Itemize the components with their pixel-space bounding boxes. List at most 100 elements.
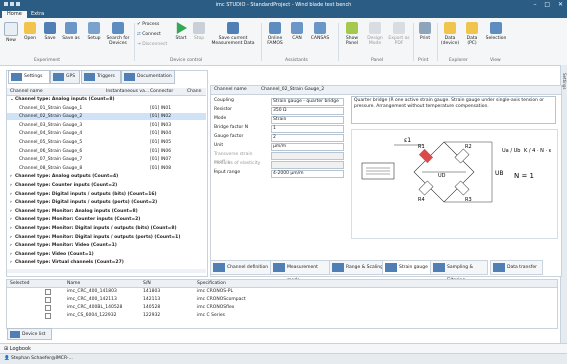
- device-select-checkbox[interactable]: [45, 313, 51, 319]
- tab-gps[interactable]: GPS: [50, 70, 80, 84]
- channel-group-row[interactable]: › Channel type: Monitor: Counter inputs (…: [7, 216, 206, 223]
- print-button[interactable]: Print: [416, 22, 434, 56]
- stop-button[interactable]: Stop: [191, 22, 207, 56]
- device-spec: imc CRONOSflex: [197, 305, 235, 310]
- col-specification[interactable]: Specification: [197, 281, 226, 286]
- design-mode-button[interactable]: Design Mode: [364, 22, 386, 56]
- device-row[interactable]: imc_CRC_400BL_140528 140528 imc CRONOSflex: [7, 304, 557, 311]
- channel-group-row[interactable]: › Channel type: Monitor: Video (Count=1): [7, 242, 206, 249]
- close-icon[interactable]: ✕: [558, 1, 563, 8]
- property-value-field[interactable]: 2: [271, 134, 344, 142]
- channel-row[interactable]: Channel_08_Strain Gauge_8 [01] IN08: [7, 165, 206, 172]
- col-sn[interactable]: S/N: [143, 281, 151, 286]
- channel-row[interactable]: Channel_02_Strain Gauge_2 [01] IN02: [7, 113, 206, 121]
- tab-documentation[interactable]: Documentation: [121, 70, 175, 84]
- col-instantaneous[interactable]: Instantaneous va...: [106, 89, 149, 94]
- cansas-button[interactable]: CANSAS: [308, 22, 332, 56]
- start-button[interactable]: Start: [172, 22, 190, 56]
- property-value-field[interactable]: 350 Ω: [271, 107, 344, 115]
- col-channel[interactable]: Chann: [187, 89, 201, 94]
- tab-channel-definition[interactable]: Channel definition: [210, 260, 273, 275]
- tab-strain-gauge[interactable]: Strain gauge: [382, 260, 432, 275]
- device-spec: imc C Series: [197, 313, 225, 318]
- setup-button[interactable]: Setup: [84, 22, 104, 56]
- tab-settings[interactable]: Settings: [8, 70, 50, 84]
- property-row: Bridge factor N 1: [214, 124, 344, 133]
- channel-group-row[interactable]: › Channel type: Video (Count=1): [7, 251, 206, 258]
- channel-group-row[interactable]: › Channel type: Monitor: Digital inputs /…: [7, 234, 206, 241]
- channel-group-row[interactable]: › Channel type: Virtual channels (Count=2…: [7, 259, 206, 266]
- col-name[interactable]: Name: [67, 281, 80, 286]
- channel-row[interactable]: Channel_05_Strain Gauge_5 [01] IN05: [7, 139, 206, 146]
- selection-button[interactable]: Selection: [484, 22, 508, 56]
- side-panel-label: Settings: [562, 73, 567, 90]
- device-select-checkbox[interactable]: [45, 305, 51, 311]
- search-devices-button[interactable]: Search for Devices: [104, 22, 132, 56]
- tab-home[interactable]: Home: [2, 11, 27, 18]
- channel-group-row[interactable]: ⌄Channel type: Analog inputs (Count=8): [7, 96, 206, 103]
- search-icon: [112, 22, 124, 34]
- save-as-button[interactable]: Save as: [61, 22, 81, 56]
- device-row[interactable]: imc_CRC_400_141803 141803 imc CRONOS-PL: [7, 288, 557, 295]
- online-famos-button[interactable]: Online FAMOS: [264, 22, 286, 56]
- minimize-icon[interactable]: –: [533, 1, 536, 8]
- new-button[interactable]: New: [2, 22, 20, 56]
- setup-icon: [88, 22, 100, 34]
- property-value-field[interactable]: Strain gauge - quarter bridge: [271, 98, 344, 106]
- channel-row-label: Channel type: Video (Count=1): [15, 251, 94, 257]
- data-device-button[interactable]: Data (device): [440, 22, 460, 56]
- channel-row[interactable]: Channel_01_Strain Gauge_1 [01] IN01: [7, 105, 206, 112]
- channel-row-label: Channel_06_Strain Gauge_6: [19, 148, 83, 154]
- property-value-field[interactable]: 4-2000 µm/m: [271, 170, 344, 178]
- channel-group-row[interactable]: › Channel type: Digital inputs / outputs …: [7, 191, 206, 198]
- property-value-field[interactable]: µm/m: [271, 143, 344, 151]
- device-row[interactable]: imc_CS_6004_122932 122932 imc C Series: [7, 312, 557, 319]
- tab-measurement-mode[interactable]: Measurement mode: [270, 260, 333, 283]
- col-connector[interactable]: Connector: [150, 89, 173, 94]
- channel-row-label: Channel_08_Strain Gauge_8: [19, 165, 83, 171]
- export-pdf-button[interactable]: Export as PDF: [388, 22, 410, 56]
- channel-group-row[interactable]: › Channel type: Monitor: Digital inputs /…: [7, 225, 206, 232]
- channel-group-row[interactable]: › Channel type: Monitor: Analog inputs (C…: [7, 208, 206, 215]
- device-list-header: Selected Name S/N Specification: [7, 280, 557, 288]
- channel-row[interactable]: Channel_03_Strain Gauge_3 [01] IN03: [7, 122, 206, 129]
- save-measurement-button[interactable]: Save current Measurement Data: [208, 22, 258, 56]
- data-transfer-icon: [493, 263, 505, 272]
- horizontal-scrollbar[interactable]: [7, 269, 206, 273]
- channel-group-row[interactable]: › Channel type: Counter inputs (Count=2): [7, 182, 206, 189]
- tab-range-scaling[interactable]: Range & Scaling: [329, 260, 385, 275]
- col-selected[interactable]: Selected: [10, 281, 30, 286]
- process-button[interactable]: ✔ Process: [137, 22, 171, 31]
- channel-row[interactable]: Channel_07_Strain Gauge_7 [01] IN07: [7, 156, 206, 163]
- menu-tabs: Home Extra: [0, 10, 567, 18]
- ribbon-separator: [134, 23, 135, 61]
- property-value-field[interactable]: 1: [271, 125, 344, 133]
- r1-label: R1: [418, 144, 425, 150]
- disconnect-button[interactable]: ⇥ Disconnect: [137, 42, 171, 51]
- maximize-icon[interactable]: □: [544, 1, 550, 8]
- tab-extra[interactable]: Extra: [26, 11, 49, 18]
- can-button[interactable]: CAN: [288, 22, 306, 56]
- device-row[interactable]: imc_CRC_400_142113 142113 imc CRONOScompac…: [7, 296, 557, 303]
- device-select-checkbox[interactable]: [45, 289, 51, 295]
- device-list: Selected Name S/N Specification imc_CRC_…: [6, 279, 558, 329]
- data-pc-button[interactable]: Data (PC): [462, 22, 482, 56]
- channel-row[interactable]: Channel_06_Strain Gauge_6 [01] IN06: [7, 148, 206, 155]
- connect-button[interactable]: ⇄ Connect: [137, 32, 171, 41]
- tab-triggers[interactable]: Triggers: [81, 70, 121, 84]
- channel-row[interactable]: Channel_04_Strain Gauge_4 [01] IN04: [7, 130, 206, 137]
- channel-group-row[interactable]: › Channel type: Digital inputs / outputs …: [7, 199, 206, 206]
- col-channel-name[interactable]: Channel name: [10, 89, 43, 94]
- show-panel-button[interactable]: Show Panel: [342, 22, 362, 56]
- device-select-checkbox[interactable]: [45, 297, 51, 303]
- property-value-field[interactable]: Strain: [271, 116, 344, 124]
- channel-row-label: Channel_04_Strain Gauge_4: [19, 131, 83, 137]
- channel-group-row[interactable]: › Channel type: Analog outputs (Count=4): [7, 173, 206, 180]
- channel-connector: [01] IN01: [150, 105, 172, 111]
- save-button[interactable]: Save: [41, 22, 59, 56]
- channel-row-label: Channel type: Monitor: Counter inputs (C…: [15, 217, 141, 223]
- device-list-button[interactable]: Device list: [7, 328, 52, 340]
- open-button[interactable]: Open: [20, 22, 40, 56]
- tab-data-transfer[interactable]: Data transfer: [490, 260, 543, 275]
- tab-sampling-filtering[interactable]: Sampling & Filtering: [430, 260, 488, 283]
